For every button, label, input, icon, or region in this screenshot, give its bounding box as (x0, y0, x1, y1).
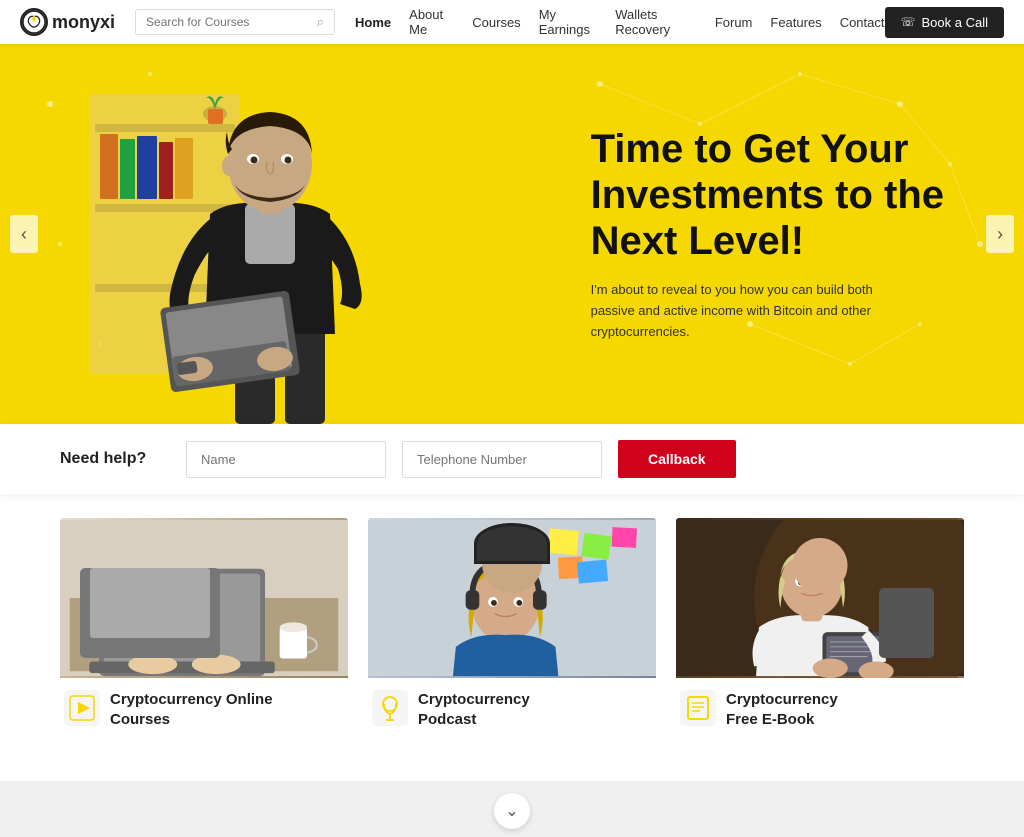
card-courses-title-1: Cryptocurrency Online (110, 690, 273, 710)
phone-input[interactable] (402, 441, 602, 478)
book-call-label: Book a Call (922, 15, 988, 30)
card-podcast-title-2: Podcast (418, 710, 530, 730)
brand-name: monyxi (52, 12, 115, 33)
card-podcast-footer: Cryptocurrency Podcast (368, 678, 656, 741)
nav-features[interactable]: Features (770, 15, 821, 30)
hero-title-line2: Investments to the (591, 173, 944, 217)
card-podcast-image (368, 518, 656, 678)
nav-wallets[interactable]: Wallets Recovery (615, 7, 697, 37)
card-podcast-text: Cryptocurrency Podcast (418, 690, 530, 729)
card-ebook-footer: Cryptocurrency Free E-Book (676, 678, 964, 741)
nav-courses[interactable]: Courses (472, 15, 520, 30)
podcast-icon (372, 690, 408, 726)
carousel-next-button[interactable]: › (986, 215, 1014, 253)
card-courses-footer: Cryptocurrency Online Courses (60, 678, 348, 741)
card-ebook[interactable]: Cryptocurrency Free E-Book (676, 518, 964, 741)
name-input[interactable] (186, 441, 386, 478)
nav-contact[interactable]: Contact (840, 15, 885, 30)
nav-about[interactable]: About Me (409, 7, 454, 37)
card-ebook-title-1: Cryptocurrency (726, 690, 838, 710)
hero-content: Time to Get Your Investments to the Next… (591, 126, 944, 342)
nav-home[interactable]: Home (355, 15, 391, 30)
ebook-icon (680, 690, 716, 726)
callback-button[interactable]: Callback (618, 440, 736, 478)
nav-links: Home About Me Courses My Earnings Wallet… (355, 7, 884, 37)
hero-title: Time to Get Your Investments to the Next… (591, 126, 944, 264)
hero-subtitle: I'm about to reveal to you how you can b… (591, 280, 891, 342)
hero-title-line3: Next Level! (591, 219, 804, 263)
cards-section: Cryptocurrency Online Courses (0, 494, 1024, 781)
card-courses-image (60, 518, 348, 678)
card-courses-text: Cryptocurrency Online Courses (110, 690, 273, 729)
search-icon: ⌕ (317, 14, 324, 30)
nav-forum[interactable]: Forum (715, 15, 753, 30)
book-call-button[interactable]: ☏ Book a Call (885, 7, 1005, 38)
card-ebook-title-2: Free E-Book (726, 710, 838, 730)
courses-icon (64, 690, 100, 726)
callback-label: Need help? (60, 450, 170, 468)
logo[interactable]: monyxi (20, 8, 115, 36)
carousel-prev-button[interactable]: ‹ (10, 215, 38, 253)
hero-person-image (60, 54, 480, 424)
hero-section: ‹ Time to Get Your Investments to the Ne… (0, 44, 1024, 424)
logo-icon (20, 8, 48, 36)
phone-icon: ☏ (901, 15, 916, 29)
card-ebook-image (676, 518, 964, 678)
navbar: monyxi ⌕ Home About Me Courses My Earnin… (0, 0, 1024, 44)
nav-earnings[interactable]: My Earnings (539, 7, 598, 37)
search-bar[interactable]: ⌕ (135, 9, 335, 35)
card-podcast-title-1: Cryptocurrency (418, 690, 530, 710)
search-input[interactable] (146, 15, 317, 29)
scroll-indicator: ⌄ (0, 781, 1024, 837)
callback-strip: Need help? Callback (0, 424, 1024, 494)
hero-title-line1: Time to Get Your (591, 127, 909, 171)
card-ebook-text: Cryptocurrency Free E-Book (726, 690, 838, 729)
scroll-down-button[interactable]: ⌄ (494, 793, 530, 829)
card-courses-title-2: Courses (110, 710, 273, 730)
card-podcast[interactable]: Cryptocurrency Podcast (368, 518, 656, 741)
card-courses[interactable]: Cryptocurrency Online Courses (60, 518, 348, 741)
